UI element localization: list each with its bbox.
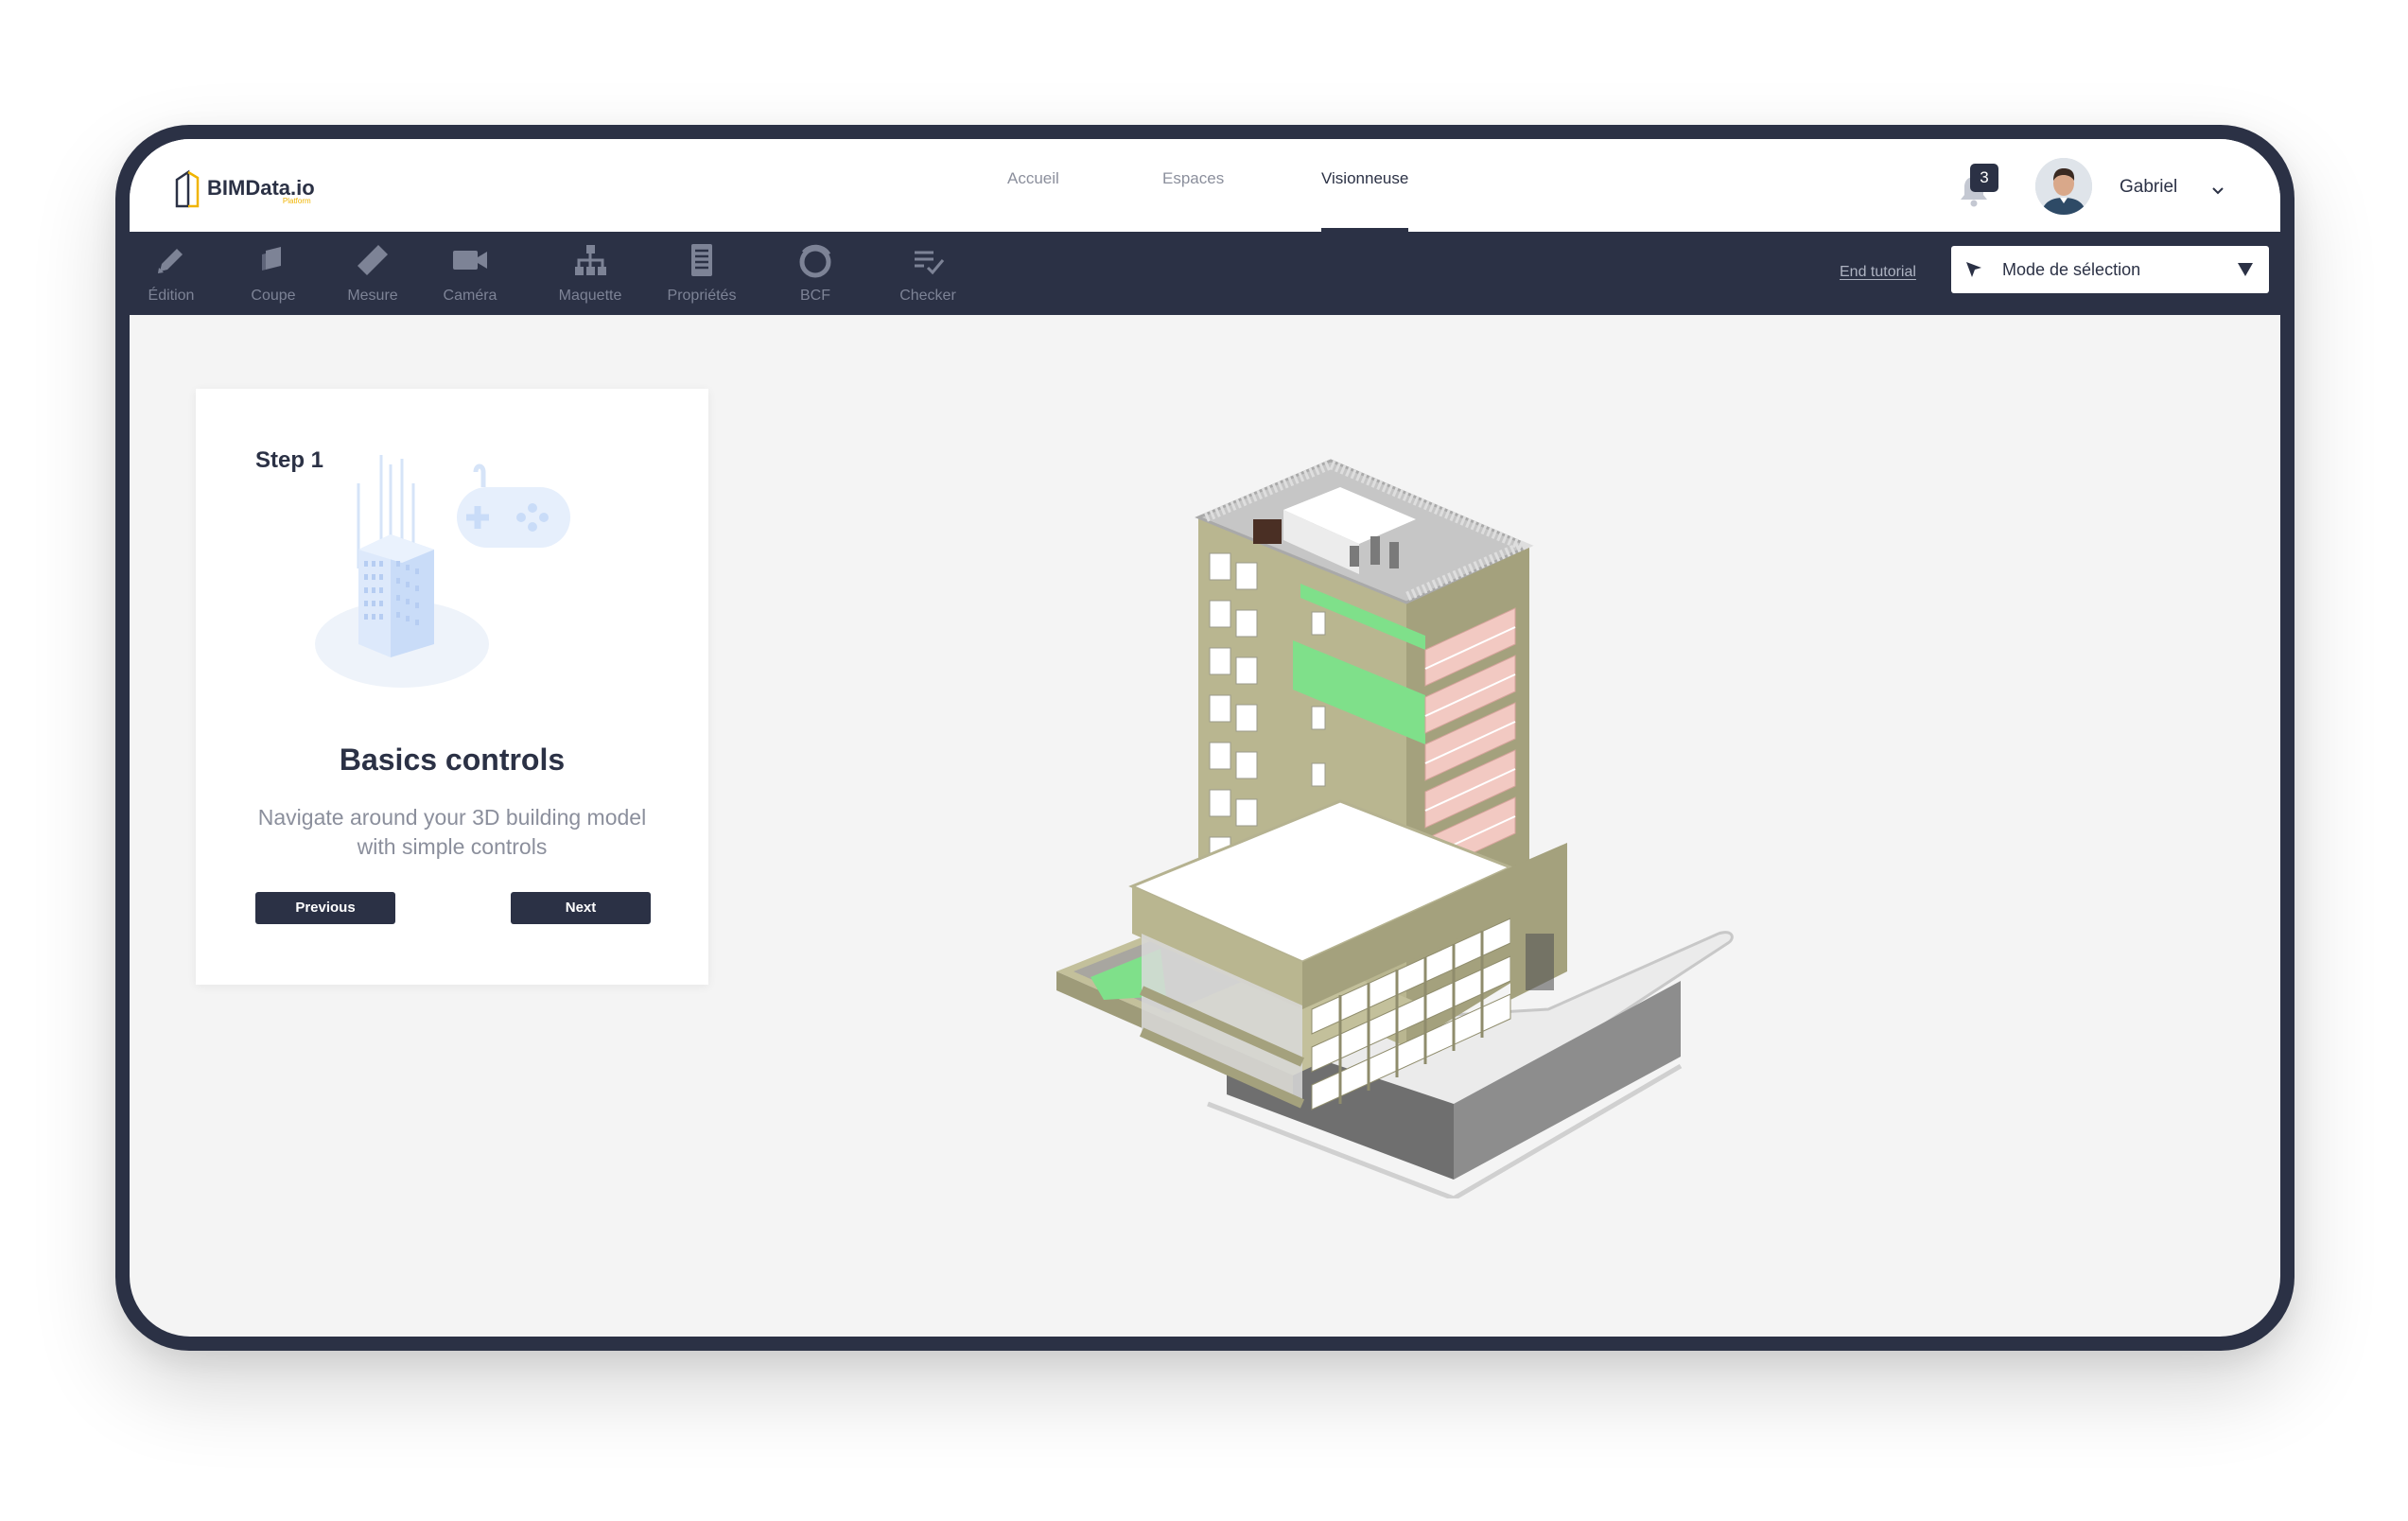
tool-label: BCF: [800, 288, 830, 304]
selection-mode-label: Mode de sélection: [2002, 260, 2141, 279]
pencil-icon: [152, 241, 190, 279]
tool-label: Maquette: [558, 288, 622, 304]
notification-badge: 3: [1970, 164, 1998, 192]
tool-bcf[interactable]: BCF: [782, 232, 848, 315]
tool-label: Checker: [899, 288, 956, 304]
tool-coupe[interactable]: Coupe: [236, 232, 311, 315]
nav-espaces[interactable]: Espaces: [1162, 139, 1224, 232]
app-screen: BIMData.io Platform Accueil Espaces Visi…: [130, 139, 2280, 1337]
tool-label: Propriétés: [667, 288, 737, 304]
selection-mode-select[interactable]: Mode de sélection: [1951, 246, 2269, 293]
section-icon: [254, 241, 292, 279]
ruler-icon: [354, 241, 392, 279]
tutorial-card: Step 1 Basics controls Navigate around y…: [196, 389, 708, 985]
device-frame: BIMData.io Platform Accueil Espaces Visi…: [115, 125, 2295, 1351]
logo[interactable]: BIMData.io Platform: [173, 167, 315, 209]
camera-icon: [451, 241, 489, 279]
next-button[interactable]: Next: [511, 892, 651, 924]
caret-down-icon: [2237, 262, 2254, 277]
tool-maquette[interactable]: Maquette: [546, 232, 635, 315]
nav-accueil[interactable]: Accueil: [1007, 139, 1059, 232]
tool-label: Caméra: [443, 288, 497, 304]
tutorial-description: Navigate around your 3D building model w…: [257, 805, 647, 859]
tool-mesure[interactable]: Mesure: [333, 232, 412, 315]
nav-visionneuse[interactable]: Visionneuse: [1321, 139, 1409, 232]
building-controller-illustration: [315, 455, 589, 701]
viewer-toolbar: Édition Coupe Mesure Caméra Maquette Pro…: [130, 232, 2280, 315]
logo-text: BIMData.io Platform: [207, 176, 315, 205]
tool-proprietes[interactable]: Propriétés: [655, 232, 748, 315]
checklist-icon: [909, 241, 947, 279]
building-model: [1056, 459, 1734, 1201]
logo-icon: [173, 168, 201, 208]
tool-camera[interactable]: Caméra: [430, 232, 510, 315]
chevron-down-icon[interactable]: [2208, 181, 2227, 200]
bcf-icon: [796, 241, 834, 279]
tutorial-title: Basics controls: [339, 743, 566, 777]
document-icon: [683, 241, 721, 279]
tool-label: Mesure: [347, 288, 398, 304]
tool-label: Coupe: [251, 288, 296, 304]
tool-label: Édition: [148, 288, 195, 304]
roof-chimney: [1253, 519, 1282, 544]
user-name[interactable]: Gabriel: [2120, 177, 2177, 198]
tool-edition[interactable]: Édition: [130, 232, 213, 315]
cursor-icon: [1964, 260, 1983, 279]
end-tutorial-link[interactable]: End tutorial: [1840, 264, 1916, 281]
avatar[interactable]: [2035, 158, 2092, 215]
top-header: BIMData.io Platform Accueil Espaces Visi…: [130, 139, 2280, 232]
hierarchy-icon: [571, 241, 609, 279]
tool-checker[interactable]: Checker: [888, 232, 968, 315]
3d-viewer-canvas[interactable]: [1000, 442, 1851, 1201]
previous-button[interactable]: Previous: [255, 892, 395, 924]
logo-subtitle: Platform: [282, 197, 311, 205]
tutorial-step: Step 1: [255, 447, 324, 473]
